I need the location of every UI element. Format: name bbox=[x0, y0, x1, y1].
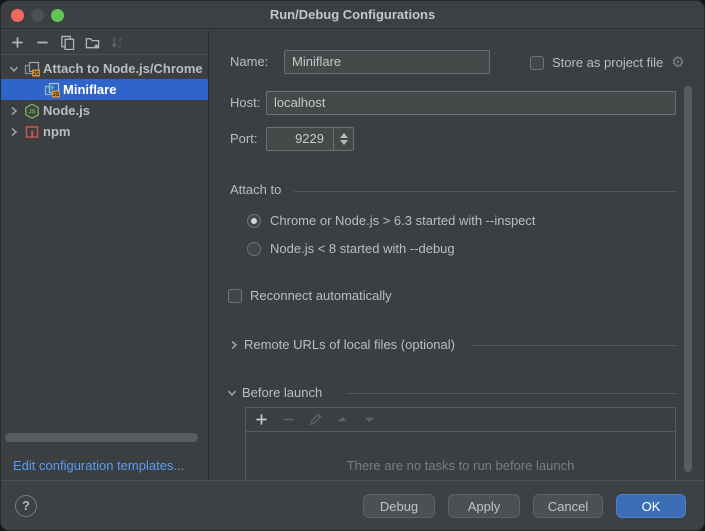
section-divider bbox=[294, 191, 676, 192]
configuration-form: Name: Miniflare Store as project file ⚙ … bbox=[210, 30, 704, 480]
tree-item-attach-to-nodejs-chrome[interactable]: JS Attach to Node.js/Chrome bbox=[1, 58, 208, 79]
tree-item-label: Attach to Node.js/Chrome bbox=[43, 61, 203, 76]
sidebar-toolbar: az bbox=[1, 30, 208, 55]
traffic-lights bbox=[11, 9, 64, 22]
radio-selected[interactable] bbox=[247, 214, 261, 228]
close-window-button[interactable] bbox=[11, 9, 24, 22]
nodejs-icon: JS bbox=[24, 103, 40, 119]
port-value[interactable]: 9229 bbox=[267, 128, 333, 150]
gear-icon[interactable]: ⚙ bbox=[671, 55, 684, 70]
before-launch-section-toggle[interactable]: Before launch bbox=[226, 385, 322, 400]
remote-urls-section-title: Remote URLs of local files (optional) bbox=[244, 337, 455, 352]
name-label: Name: bbox=[230, 50, 268, 74]
attach-config-type-icon: JS bbox=[24, 61, 40, 77]
footer-buttons: Debug Apply Cancel OK bbox=[363, 494, 686, 518]
attach-option-inspect[interactable]: Chrome or Node.js > 6.3 started with --i… bbox=[247, 213, 536, 228]
npm-icon bbox=[24, 124, 40, 140]
remove-icon[interactable] bbox=[35, 35, 50, 50]
svg-text:z: z bbox=[118, 43, 121, 50]
chevron-down-icon[interactable] bbox=[226, 387, 238, 399]
window-title: Run/Debug Configurations bbox=[1, 1, 704, 28]
chevron-down-icon[interactable] bbox=[8, 63, 20, 75]
tree-item-label: Node.js bbox=[43, 103, 90, 118]
add-task-icon[interactable] bbox=[254, 412, 269, 427]
remove-task-icon bbox=[281, 412, 296, 427]
name-input[interactable]: Miniflare bbox=[284, 50, 490, 74]
svg-text:JS: JS bbox=[33, 71, 40, 77]
minimize-window-button bbox=[31, 9, 44, 22]
zoom-window-button[interactable] bbox=[51, 9, 64, 22]
radio-unselected[interactable] bbox=[247, 242, 261, 256]
edit-configuration-templates-link[interactable]: Edit configuration templates... bbox=[13, 458, 184, 473]
port-spinner[interactable]: 9229 bbox=[266, 127, 354, 151]
help-button[interactable]: ? bbox=[15, 495, 37, 517]
sort-icon: az bbox=[110, 35, 125, 50]
run-debug-configurations-dialog: Run/Debug Configurations az bbox=[0, 0, 705, 531]
tree-item-nodejs[interactable]: JS Node.js bbox=[1, 100, 208, 121]
tree-item-label: Miniflare bbox=[63, 82, 116, 97]
title-bar: Run/Debug Configurations bbox=[1, 1, 704, 29]
svg-text:JS: JS bbox=[28, 109, 35, 115]
cancel-button[interactable]: Cancel bbox=[533, 494, 603, 518]
host-input[interactable]: localhost bbox=[266, 91, 676, 115]
ok-button[interactable]: OK bbox=[616, 494, 686, 518]
tree-item-npm[interactable]: npm bbox=[1, 121, 208, 142]
port-stepper[interactable] bbox=[333, 128, 353, 150]
store-as-project-file-row: Store as project file ⚙ bbox=[530, 55, 685, 70]
radio-label: Node.js < 8 started with --debug bbox=[270, 241, 455, 256]
sidebar-horizontal-scrollbar[interactable] bbox=[5, 433, 198, 442]
move-up-icon bbox=[335, 412, 350, 427]
before-launch-tasks-panel: There are no tasks to run before launch bbox=[245, 407, 676, 480]
move-down-icon bbox=[362, 412, 377, 427]
debug-button[interactable]: Debug bbox=[363, 494, 435, 518]
chevron-right-icon[interactable] bbox=[228, 339, 240, 351]
tree-item-label: npm bbox=[43, 124, 70, 139]
new-folder-icon[interactable] bbox=[85, 35, 100, 50]
attach-to-title: Attach to bbox=[230, 178, 281, 202]
before-launch-toolbar bbox=[246, 408, 675, 432]
configurations-tree: JS Attach to Node.js/Chrome JS Miniflare… bbox=[1, 55, 208, 142]
tree-item-miniflare[interactable]: JS Miniflare bbox=[1, 79, 208, 100]
increment-icon[interactable] bbox=[340, 133, 348, 138]
store-as-project-file-checkbox[interactable] bbox=[530, 56, 544, 70]
section-divider bbox=[472, 345, 676, 346]
chevron-right-icon[interactable] bbox=[8, 105, 20, 117]
port-label: Port: bbox=[230, 127, 257, 151]
section-divider bbox=[346, 393, 676, 394]
radio-label: Chrome or Node.js > 6.3 started with --i… bbox=[270, 213, 536, 228]
decrement-icon[interactable] bbox=[340, 140, 348, 145]
before-launch-empty-text: There are no tasks to run before launch bbox=[246, 458, 675, 473]
add-icon[interactable] bbox=[10, 35, 25, 50]
reconnect-row: Reconnect automatically bbox=[228, 288, 392, 303]
form-vertical-scrollbar[interactable] bbox=[684, 86, 692, 472]
before-launch-section-title: Before launch bbox=[242, 385, 322, 400]
reconnect-automatically-checkbox[interactable] bbox=[228, 289, 242, 303]
svg-text:JS: JS bbox=[53, 92, 60, 98]
configurations-sidebar: az JS Attach to Node.js/Chrome JS Minifl… bbox=[1, 30, 209, 480]
attach-option-debug[interactable]: Node.js < 8 started with --debug bbox=[247, 241, 455, 256]
chevron-right-icon[interactable] bbox=[8, 126, 20, 138]
store-as-project-file-label: Store as project file bbox=[552, 55, 663, 70]
copy-icon[interactable] bbox=[60, 35, 75, 50]
host-label: Host: bbox=[230, 91, 260, 115]
remote-urls-section-toggle[interactable]: Remote URLs of local files (optional) bbox=[228, 337, 455, 352]
attach-config-icon: JS bbox=[44, 82, 60, 98]
apply-button[interactable]: Apply bbox=[448, 494, 520, 518]
edit-task-icon bbox=[308, 412, 323, 427]
reconnect-automatically-label: Reconnect automatically bbox=[250, 288, 392, 303]
dialog-footer: ? Debug Apply Cancel OK bbox=[1, 480, 704, 530]
